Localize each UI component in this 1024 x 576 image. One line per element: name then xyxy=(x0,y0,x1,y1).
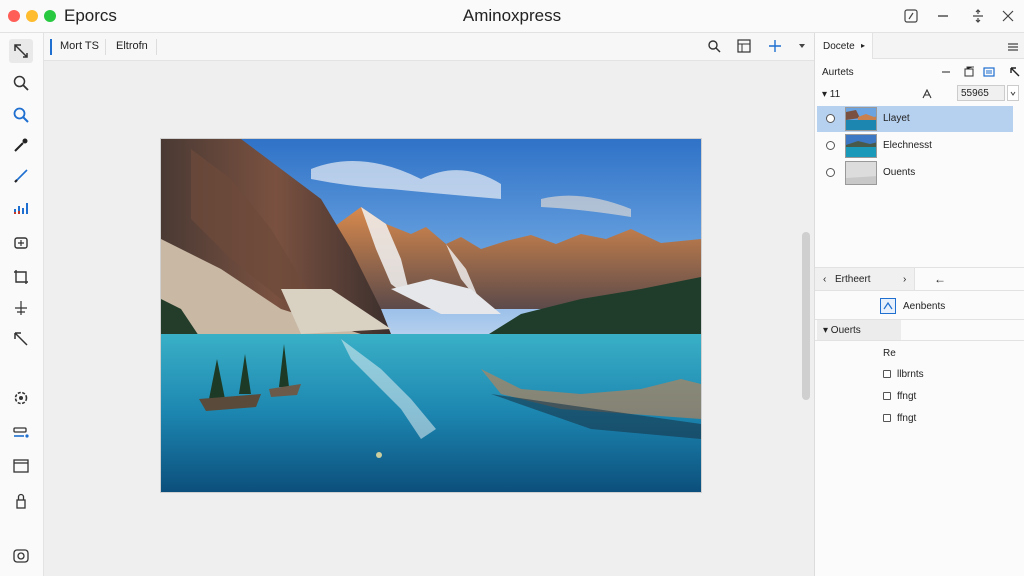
title-bar: Eporcs Aminoxpress xyxy=(0,0,1024,33)
value-text: 55965 xyxy=(961,88,989,99)
layer-name: Ouents xyxy=(883,167,916,178)
list-item: llbrnts xyxy=(897,369,924,380)
panel-menu-icon[interactable] xyxy=(1005,39,1021,55)
tab-ertheert-label: Ertheert xyxy=(835,274,871,285)
search-icon[interactable] xyxy=(706,38,722,54)
minus-icon[interactable] xyxy=(938,64,954,80)
crop-icon[interactable] xyxy=(9,265,33,289)
option-eltrofn[interactable]: Eltrofn xyxy=(116,40,148,52)
lake-mountain-image xyxy=(161,139,701,492)
layer-row[interactable]: Elechnesst xyxy=(817,133,1013,159)
tools-panel xyxy=(0,33,44,576)
app-window: Eporcs Aminoxpress Mort TS Eltrofn Docet… xyxy=(0,0,1024,576)
canvas-scrollbar[interactable] xyxy=(802,232,810,400)
layer-visibility-toggle[interactable] xyxy=(826,168,835,177)
edit-icon[interactable] xyxy=(903,8,919,24)
settings-icon[interactable] xyxy=(9,386,33,410)
value-field[interactable]: 55965 xyxy=(957,85,1005,101)
tab-docete-label: Docete xyxy=(823,41,855,52)
section-label: Aurtets xyxy=(822,67,854,78)
duplicate-icon[interactable] xyxy=(961,64,977,80)
text-icon[interactable] xyxy=(919,86,935,102)
page-icon[interactable] xyxy=(736,38,752,54)
layer-name: Llayet xyxy=(883,113,910,124)
tab-left-arrow: ‹ xyxy=(823,274,827,285)
tab-arrow: ▸ xyxy=(861,41,866,50)
minimize-icon[interactable] xyxy=(935,8,951,24)
levels-icon[interactable] xyxy=(9,196,33,220)
layer-visibility-toggle[interactable] xyxy=(826,114,835,123)
adjustments-icon[interactable] xyxy=(880,298,896,314)
panel-divider xyxy=(815,290,1024,291)
item-checkbox[interactable] xyxy=(883,414,891,422)
arrow-icon[interactable] xyxy=(9,327,33,351)
layer-row[interactable]: Llayet xyxy=(817,106,1013,132)
brush-icon[interactable] xyxy=(9,164,33,188)
item-checkbox[interactable] xyxy=(883,370,891,378)
option-mort[interactable]: Mort TS xyxy=(60,40,99,52)
list-title: Re xyxy=(883,348,896,359)
adjustments-label: Aenbents xyxy=(903,301,946,312)
layer-count: ▾ 11 xyxy=(822,89,841,100)
tab-right-arrow: › xyxy=(903,274,907,285)
layer-thumbnail xyxy=(845,134,877,158)
value-dropdown[interactable] xyxy=(1007,85,1019,101)
window-title: Aminoxpress xyxy=(462,6,562,25)
anchor-icon[interactable] xyxy=(9,296,33,320)
layers-stack-icon[interactable] xyxy=(9,421,33,445)
swap-icon[interactable] xyxy=(970,8,986,24)
dropdown-icon[interactable] xyxy=(794,38,810,54)
eyedropper-icon[interactable] xyxy=(9,133,33,157)
back-arrow-icon[interactable]: ← xyxy=(934,272,946,286)
document-image[interactable] xyxy=(161,139,701,492)
transform-icon[interactable] xyxy=(9,231,33,255)
move-tool-icon[interactable] xyxy=(9,39,33,63)
frame-icon[interactable] xyxy=(9,454,33,478)
layer-row[interactable]: Ouents xyxy=(817,160,1013,186)
lock-icon[interactable] xyxy=(9,489,33,513)
layer-thumbnail xyxy=(845,161,877,185)
camera-icon[interactable] xyxy=(9,544,33,568)
more-icon[interactable] xyxy=(1000,8,1016,24)
layers-panel: Docete ▸ Aurtets ▾ 11 55965 Llayet Elech… xyxy=(814,33,1024,576)
group-header[interactable]: ▾ Ouerts xyxy=(817,320,901,340)
options-divider xyxy=(156,39,157,55)
zoom-tool-icon[interactable] xyxy=(9,71,33,95)
crosshair-icon[interactable] xyxy=(767,38,783,54)
layer-thumbnail xyxy=(845,107,877,131)
tab-ertheert[interactable]: ‹ Ertheert › xyxy=(815,268,915,290)
item-checkbox[interactable] xyxy=(883,392,891,400)
options-bar: Mort TS Eltrofn xyxy=(44,33,814,61)
list-item: ffngt xyxy=(897,413,917,424)
options-divider xyxy=(105,39,106,55)
tab-docete[interactable]: Docete ▸ xyxy=(815,33,873,59)
list-item: ffngt xyxy=(897,391,917,402)
panel-divider xyxy=(815,340,1024,341)
active-indicator xyxy=(50,39,52,55)
layer-name: Elechnesst xyxy=(883,140,932,151)
layer-visibility-toggle[interactable] xyxy=(826,141,835,150)
group-icon[interactable] xyxy=(981,64,997,80)
search-tool-icon[interactable] xyxy=(9,103,33,127)
cursor-icon[interactable] xyxy=(1007,64,1023,80)
group-header-label: ▾ Ouerts xyxy=(823,325,861,336)
